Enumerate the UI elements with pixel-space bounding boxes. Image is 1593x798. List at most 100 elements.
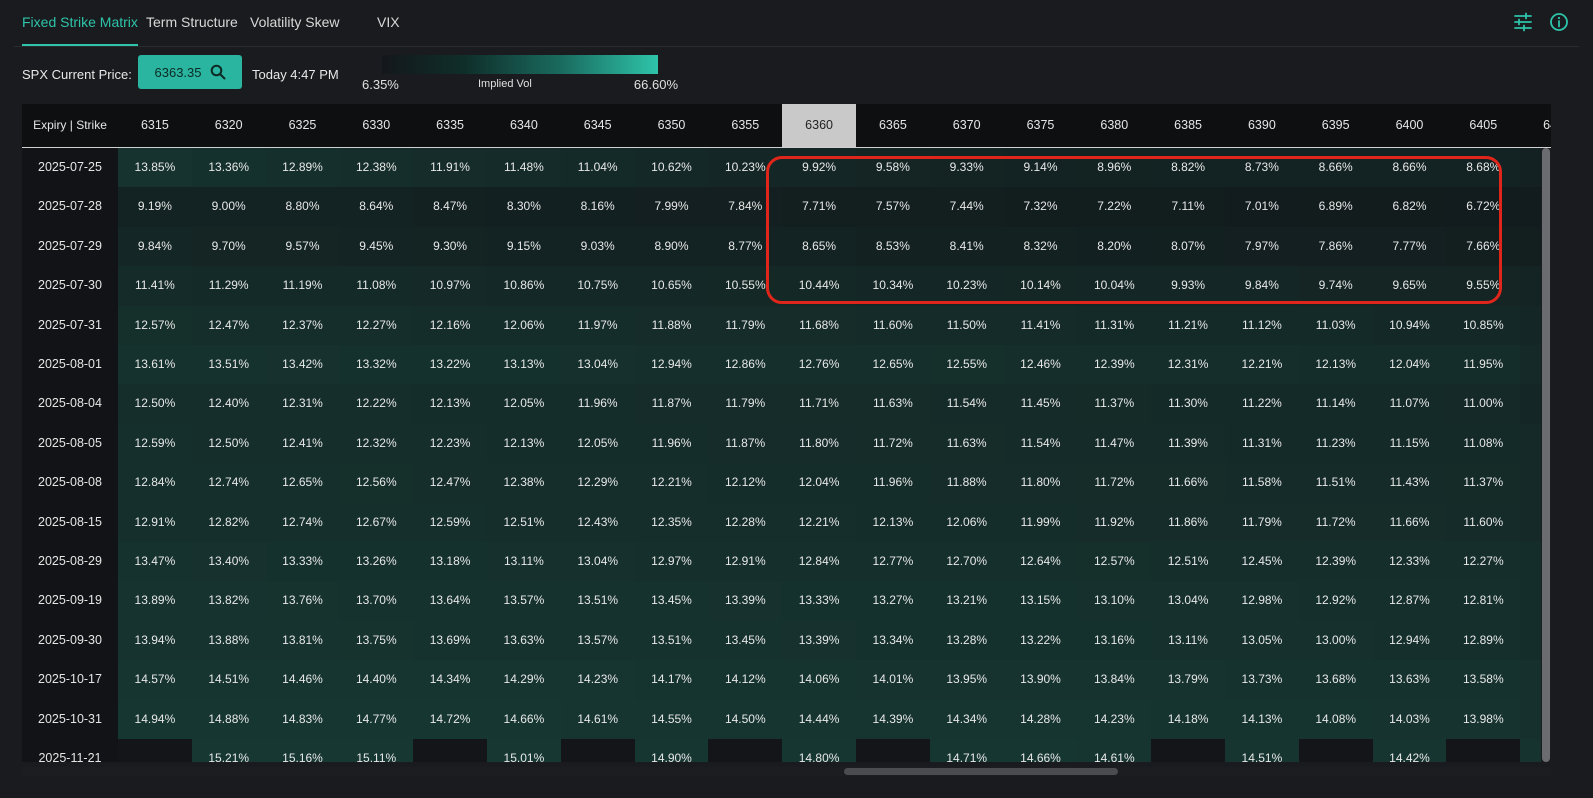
iv-cell[interactable]: 13.73%: [1225, 660, 1299, 700]
iv-cell[interactable]: 12.37%: [265, 305, 340, 345]
iv-cell[interactable]: 12.50%: [118, 384, 192, 424]
iv-cell[interactable]: 13.47%: [118, 542, 192, 582]
tab-fixed-strike-matrix[interactable]: Fixed Strike Matrix: [22, 0, 138, 46]
iv-cell[interactable]: 12.40%: [191, 384, 266, 424]
iv-cell[interactable]: 13.61%: [118, 345, 192, 385]
iv-cell[interactable]: 12.77%: [856, 542, 930, 582]
iv-cell[interactable]: 13.81%: [265, 620, 340, 661]
strike-header[interactable]: 6390: [1225, 104, 1299, 147]
iv-cell[interactable]: 13.79%: [1151, 660, 1225, 700]
iv-cell[interactable]: 13.45%: [634, 581, 709, 621]
iv-cell[interactable]: 11.72%: [1298, 502, 1373, 542]
iv-cell[interactable]: 11.92%: [1077, 502, 1152, 542]
iv-cell[interactable]: 12.21%: [782, 502, 856, 542]
iv-cell[interactable]: 12.57%: [118, 305, 192, 345]
iv-cell[interactable]: 12.05%: [487, 384, 561, 424]
iv-cell[interactable]: 12.51%: [1151, 542, 1225, 582]
iv-cell[interactable]: 14.90%: [634, 739, 709, 762]
strike-header[interactable]: 6370: [930, 104, 1004, 147]
iv-cell[interactable]: 11.12%: [1225, 305, 1299, 345]
iv-cell[interactable]: 10.23%: [929, 266, 1004, 306]
iv-cell[interactable]: 12.41%: [265, 423, 340, 464]
iv-cell[interactable]: 12.27%: [1446, 542, 1521, 582]
iv-cell[interactable]: 13.33%: [782, 581, 856, 621]
iv-cell[interactable]: 9.84%: [1225, 266, 1299, 306]
iv-cell[interactable]: 13.57%: [560, 620, 635, 661]
iv-cell[interactable]: [1151, 739, 1225, 762]
iv-cell[interactable]: 13.51%: [560, 581, 635, 621]
iv-cell[interactable]: 8.90%: [634, 226, 709, 267]
iv-cell[interactable]: 13.64%: [413, 581, 487, 621]
iv-cell[interactable]: 14.94%: [118, 699, 192, 739]
iv-cell[interactable]: 11.88%: [929, 463, 1004, 503]
iv-cell[interactable]: 14.08%: [1298, 699, 1373, 739]
iv-cell[interactable]: 13.04%: [560, 542, 635, 582]
iv-cell[interactable]: 12.27%: [339, 305, 414, 345]
iv-cell[interactable]: 11.60%: [856, 305, 930, 345]
strike-header[interactable]: 6410: [1520, 104, 1551, 147]
iv-cell[interactable]: 13.94%: [118, 620, 192, 661]
iv-cell[interactable]: 12.04%: [782, 463, 856, 503]
iv-cell[interactable]: 12.21%: [634, 463, 709, 503]
vertical-scroll-thumb[interactable]: [1542, 148, 1550, 762]
iv-cell[interactable]: 13.90%: [1003, 660, 1078, 700]
iv-cell[interactable]: 7.57%: [856, 187, 930, 227]
iv-cell[interactable]: 12.67%: [339, 502, 414, 542]
iv-cell[interactable]: 13.82%: [191, 581, 266, 621]
iv-cell[interactable]: 13.75%: [339, 620, 414, 661]
iv-cell[interactable]: 15.01%: [487, 739, 561, 762]
iv-cell[interactable]: 12.91%: [708, 542, 783, 582]
iv-cell[interactable]: 11.37%: [1446, 463, 1521, 503]
iv-cell[interactable]: 12.32%: [339, 423, 414, 464]
iv-cell[interactable]: 13.00%: [1298, 620, 1373, 661]
iv-cell[interactable]: 13.18%: [413, 542, 487, 582]
iv-cell[interactable]: 8.47%: [413, 187, 487, 227]
iv-cell[interactable]: 15.21%: [191, 739, 266, 762]
iv-cell[interactable]: 11.37%: [1077, 384, 1152, 424]
iv-cell[interactable]: 8.96%: [1077, 148, 1152, 188]
iv-cell[interactable]: 7.01%: [1225, 187, 1299, 227]
strike-header[interactable]: 6335: [413, 104, 487, 147]
iv-cell[interactable]: 12.89%: [265, 148, 340, 188]
iv-cell[interactable]: [1298, 739, 1373, 762]
iv-cell[interactable]: 11.86%: [1151, 502, 1225, 542]
iv-cell[interactable]: 14.34%: [929, 699, 1004, 739]
iv-cell[interactable]: 7.44%: [929, 187, 1004, 227]
iv-cell[interactable]: 14.44%: [782, 699, 856, 739]
iv-cell[interactable]: 12.55%: [929, 345, 1004, 385]
iv-cell[interactable]: 11.58%: [1225, 463, 1299, 503]
iv-cell[interactable]: 11.22%: [1225, 384, 1299, 424]
iv-cell[interactable]: 11.41%: [1003, 305, 1078, 345]
iv-cell[interactable]: 7.22%: [1077, 187, 1152, 227]
iv-cell[interactable]: 11.04%: [560, 148, 635, 188]
strike-header[interactable]: 6380: [1077, 104, 1151, 147]
iv-cell[interactable]: 7.11%: [1151, 187, 1225, 227]
iv-cell[interactable]: 14.80%: [782, 739, 856, 762]
iv-cell[interactable]: 13.69%: [413, 620, 487, 661]
iv-cell[interactable]: 12.65%: [265, 463, 340, 503]
iv-cell[interactable]: 14.39%: [856, 699, 930, 739]
iv-cell[interactable]: 11.45%: [1003, 384, 1078, 424]
iv-cell[interactable]: 14.57%: [118, 660, 192, 700]
iv-cell[interactable]: 13.39%: [782, 620, 856, 661]
iv-cell[interactable]: 11.97%: [560, 305, 635, 345]
iv-cell[interactable]: 13.26%: [339, 542, 414, 582]
iv-cell[interactable]: 12.31%: [265, 384, 340, 424]
iv-cell[interactable]: 13.13%: [487, 345, 561, 385]
strike-header[interactable]: 6355: [708, 104, 782, 147]
iv-cell[interactable]: 10.94%: [1372, 305, 1447, 345]
iv-cell[interactable]: 12.45%: [1225, 542, 1299, 582]
iv-cell[interactable]: 12.50%: [191, 423, 266, 464]
iv-cell[interactable]: 13.27%: [856, 581, 930, 621]
iv-cell[interactable]: 8.80%: [265, 187, 340, 227]
iv-cell[interactable]: 12.13%: [413, 384, 487, 424]
iv-cell[interactable]: 11.80%: [1003, 463, 1078, 503]
iv-cell[interactable]: 10.65%: [634, 266, 709, 306]
iv-cell[interactable]: 13.89%: [118, 581, 192, 621]
iv-cell[interactable]: 13.11%: [487, 542, 561, 582]
iv-cell[interactable]: 13.32%: [339, 345, 414, 385]
iv-cell[interactable]: 11.14%: [1298, 384, 1373, 424]
iv-cell[interactable]: [1446, 739, 1521, 762]
iv-cell[interactable]: 9.45%: [339, 226, 414, 267]
iv-cell[interactable]: 11.51%: [1298, 463, 1373, 503]
